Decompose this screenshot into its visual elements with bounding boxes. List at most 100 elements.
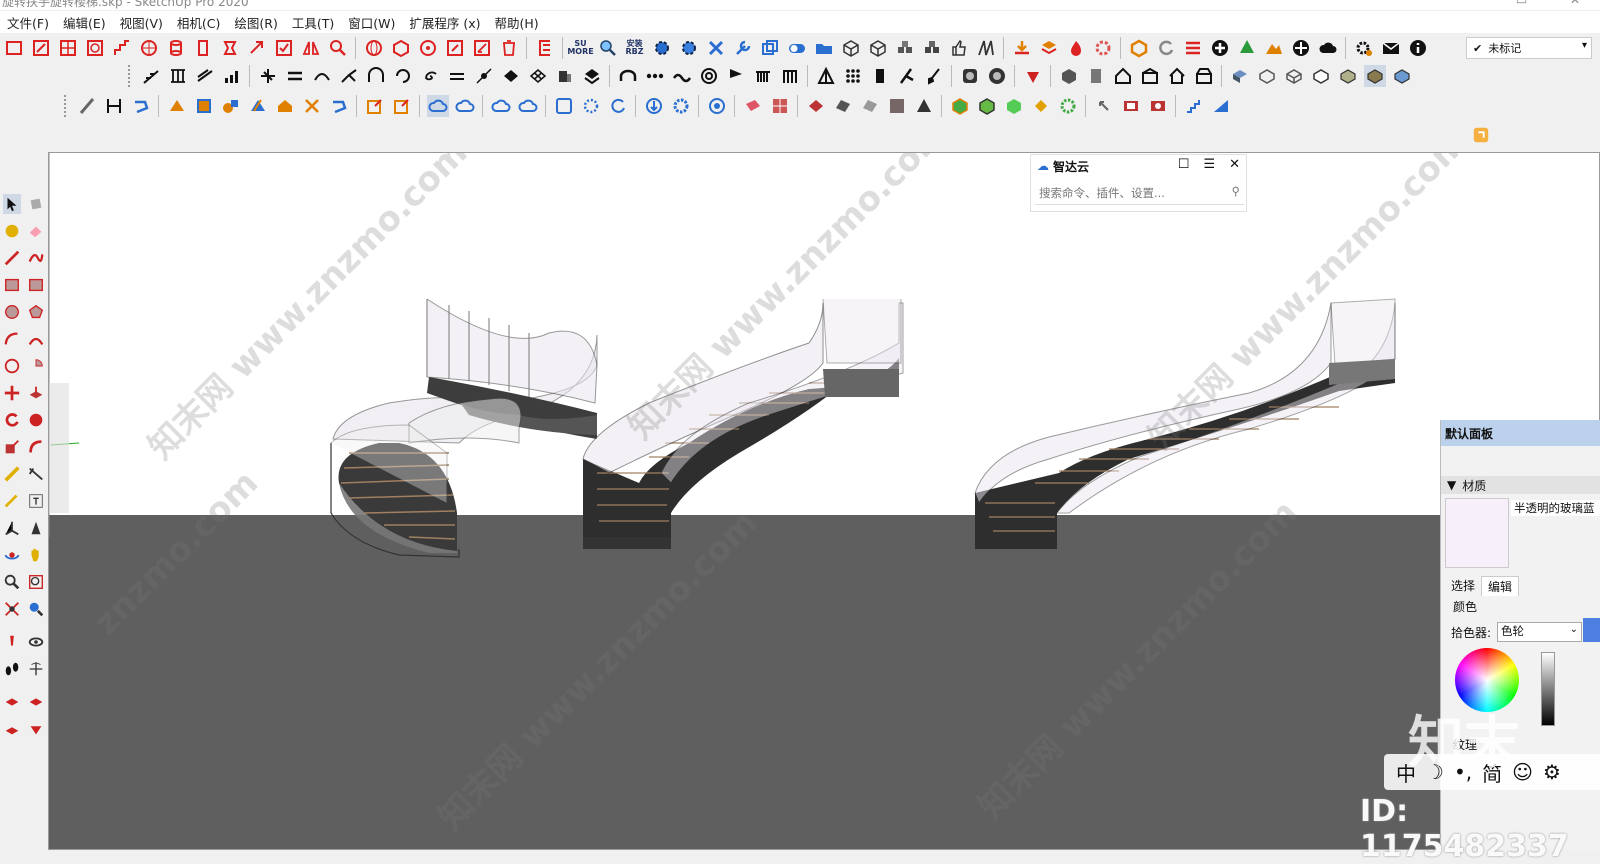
target-icon[interactable] xyxy=(417,37,439,59)
menu-icon[interactable]: ☰ xyxy=(1203,157,1215,172)
undo-arrow-icon[interactable] xyxy=(1093,95,1115,117)
close-icon[interactable]: ✕ xyxy=(1570,0,1580,7)
rectangle-icon[interactable] xyxy=(3,275,21,295)
tab-edit[interactable]: 编辑 xyxy=(1481,576,1520,596)
rotated-rect-icon[interactable] xyxy=(27,275,45,295)
shelter-icon[interactable] xyxy=(1193,65,1215,87)
toolbar-grip[interactable] xyxy=(64,95,69,117)
flower-icon[interactable] xyxy=(580,95,602,117)
tag-selector[interactable]: ✔ 未标记 ▾ xyxy=(1466,37,1592,59)
position-camera-icon[interactable] xyxy=(3,632,21,652)
dots-line-icon[interactable] xyxy=(644,65,666,87)
eraser-icon[interactable] xyxy=(27,221,45,241)
zoom-icon[interactable] xyxy=(3,572,21,592)
bar-steps-icon[interactable] xyxy=(221,65,243,87)
menu-tools[interactable]: 工具(T) xyxy=(285,13,341,32)
style-back-edges-icon[interactable] xyxy=(1256,65,1278,87)
box-orange-icon[interactable] xyxy=(1128,37,1150,59)
stairs-diagonal-icon[interactable] xyxy=(140,65,162,87)
curve-lines-icon[interactable] xyxy=(311,65,333,87)
folder-icon[interactable] xyxy=(813,37,835,59)
thumbs-up-icon[interactable] xyxy=(948,37,970,59)
cylinder-alt-icon[interactable] xyxy=(192,37,214,59)
spiral-circle-icon[interactable] xyxy=(698,65,720,87)
box-lid-icon[interactable] xyxy=(1139,65,1161,87)
materials-section-header[interactable]: ▼ 材质 xyxy=(1441,476,1600,494)
box-icon[interactable] xyxy=(3,37,25,59)
style-xray-icon[interactable] xyxy=(1229,65,1251,87)
component-box-icon[interactable] xyxy=(1058,65,1080,87)
style-textured-icon[interactable] xyxy=(1363,65,1386,87)
dot-grid-icon[interactable] xyxy=(842,65,864,87)
select-arrow-icon[interactable] xyxy=(3,193,21,214)
ruby-icon[interactable] xyxy=(1022,65,1044,87)
check-box-icon[interactable] xyxy=(273,37,295,59)
dial-icon[interactable] xyxy=(986,65,1008,87)
material-light-icon[interactable] xyxy=(859,95,881,117)
ime-settings-icon[interactable]: ⚙ xyxy=(1543,760,1561,784)
line-tool-icon[interactable] xyxy=(3,248,21,268)
offset-icon[interactable] xyxy=(27,437,45,457)
shapes-icon[interactable] xyxy=(220,95,242,117)
extension-orange-icon[interactable] xyxy=(1472,126,1490,144)
sweep-path-icon[interactable] xyxy=(328,95,350,117)
material-name-field[interactable]: 半透明的玻璃蓝 xyxy=(1511,500,1600,516)
menu-help[interactable]: 帮助(H) xyxy=(488,13,546,32)
copy-icon[interactable] xyxy=(759,37,781,59)
house-orange-icon[interactable] xyxy=(274,95,296,117)
color-preview[interactable] xyxy=(1583,618,1600,642)
menu-draw[interactable]: 绘图(R) xyxy=(227,13,284,32)
wrench-icon[interactable] xyxy=(732,37,754,59)
search-icon[interactable]: ⚲ xyxy=(1232,184,1240,198)
cubes-2-icon[interactable] xyxy=(921,37,943,59)
maximize-icon[interactable]: ☐ xyxy=(1178,157,1190,172)
scale-icon[interactable] xyxy=(3,437,21,457)
picker-select[interactable]: 色轮 ⌄ xyxy=(1497,622,1582,642)
add-circle-icon[interactable] xyxy=(1209,37,1231,59)
material-stone-icon[interactable] xyxy=(886,95,908,117)
gear-orange-icon[interactable] xyxy=(1092,37,1114,59)
checker-icon[interactable] xyxy=(1290,37,1312,59)
download-icon[interactable] xyxy=(643,95,665,117)
freehand-icon[interactable] xyxy=(27,248,45,268)
layers-black-icon[interactable] xyxy=(581,65,603,87)
previous-view-icon[interactable] xyxy=(27,599,45,619)
brightness-slider[interactable] xyxy=(1541,652,1555,726)
flat-lines-icon[interactable] xyxy=(446,65,468,87)
mesh-icon[interactable] xyxy=(975,37,997,59)
gem-icon[interactable] xyxy=(27,719,45,739)
chrome-icon[interactable] xyxy=(706,95,728,117)
surface-grid-icon[interactable] xyxy=(527,65,549,87)
box-extrude-icon[interactable] xyxy=(554,65,576,87)
refresh-icon[interactable] xyxy=(1155,37,1177,59)
spiral-icon[interactable] xyxy=(419,65,441,87)
sandbox-3-icon[interactable] xyxy=(3,719,21,739)
pin-icon[interactable] xyxy=(444,37,466,59)
sweep-icon[interactable] xyxy=(130,95,152,117)
mirror-icon[interactable] xyxy=(300,37,322,59)
trash-icon[interactable] xyxy=(498,37,520,59)
gear-green-icon[interactable] xyxy=(1057,95,1079,117)
zhida-search-input[interactable]: 搜索命令、插件、设置... ⚲ xyxy=(1035,182,1244,205)
style-hidden-line-icon[interactable] xyxy=(1310,65,1332,87)
cylinder-icon[interactable] xyxy=(165,37,187,59)
fence-icon[interactable] xyxy=(779,65,801,87)
toolbar-grip[interactable] xyxy=(128,65,133,87)
select-box-2-icon[interactable] xyxy=(391,95,413,117)
brush-icon[interactable] xyxy=(923,65,945,87)
frame-icon[interactable] xyxy=(553,95,575,117)
tape-measure-icon[interactable] xyxy=(3,464,21,484)
branch-icon[interactable] xyxy=(338,65,360,87)
extrude-orange-icon[interactable] xyxy=(166,95,188,117)
zoom-extents-icon[interactable] xyxy=(3,599,21,619)
terrain-icon[interactable] xyxy=(1263,37,1285,59)
dimension-icon[interactable] xyxy=(103,95,125,117)
pan-hand-icon[interactable] xyxy=(27,545,45,565)
tree-icon[interactable] xyxy=(1236,37,1258,59)
slope-blue-icon[interactable] xyxy=(1210,95,1232,117)
style-shaded-icon[interactable] xyxy=(1337,65,1359,87)
column-icon[interactable] xyxy=(219,37,241,59)
cubes-icon[interactable] xyxy=(894,37,916,59)
look-around-icon[interactable] xyxy=(27,632,45,652)
style-monochrome-icon[interactable] xyxy=(1391,65,1413,87)
